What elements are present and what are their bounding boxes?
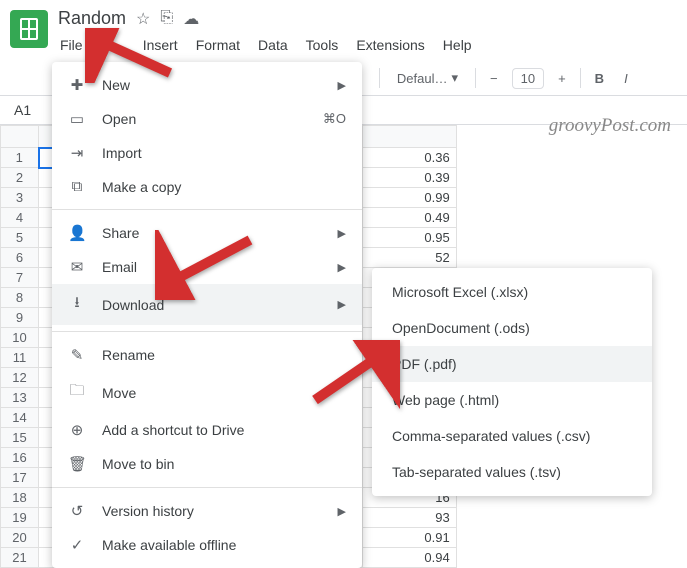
row-header[interactable]: 11	[1, 348, 39, 368]
download-pdf[interactable]: PDF (.pdf)	[372, 346, 652, 382]
increase-font-button[interactable]: +	[552, 69, 572, 88]
row-header[interactable]: 9	[1, 308, 39, 328]
menu-extensions[interactable]: Extensions	[354, 33, 426, 57]
chevron-right-icon: ▶	[338, 505, 346, 518]
chevron-down-icon: ▾	[451, 70, 458, 86]
chevron-right-icon: ▶	[338, 227, 346, 240]
row-header[interactable]: 6	[1, 248, 39, 268]
row-header[interactable]: 13	[1, 388, 39, 408]
row-header[interactable]: 14	[1, 408, 39, 428]
cell[interactable]: 93	[362, 508, 456, 528]
row-header[interactable]: 3	[1, 188, 39, 208]
menubar: File Edit Insert Format Data Tools Exten…	[58, 33, 677, 57]
download-csv[interactable]: Comma-separated values (.csv)	[372, 418, 652, 454]
cell[interactable]: 52	[362, 248, 456, 268]
cell[interactable]: 0.49	[362, 208, 456, 228]
cell[interactable]: 0.91	[362, 528, 456, 548]
move-icon: 🗀	[68, 380, 86, 405]
download-xlsx[interactable]: Microsoft Excel (.xlsx)	[372, 274, 652, 310]
menu-download[interactable]: ⭳Download▶	[52, 284, 362, 325]
file-menu-dropdown: ✚New▶ ▭Open⌘O ⇥Import ⧉Make a copy 👤Shar…	[52, 62, 362, 568]
menu-email[interactable]: ✉Email▶	[52, 250, 362, 284]
cloud-status-icon: ☁	[183, 9, 199, 29]
star-icon[interactable]: ☆	[136, 9, 150, 29]
plus-icon: ✚	[68, 76, 86, 94]
row-header[interactable]: 21	[1, 548, 39, 568]
share-icon: 👤	[68, 224, 86, 242]
cell[interactable]: 0.39	[362, 168, 456, 188]
row-header[interactable]: 12	[1, 368, 39, 388]
menu-file[interactable]: File	[58, 33, 85, 57]
cell[interactable]: 0.99	[362, 188, 456, 208]
row-header[interactable]: 2	[1, 168, 39, 188]
cell[interactable]: 0.95	[362, 228, 456, 248]
menu-offline[interactable]: ✓Make available offline	[52, 528, 362, 562]
menu-import[interactable]: ⇥Import	[52, 136, 362, 170]
font-size-input[interactable]: 10	[512, 68, 544, 89]
menu-make-copy[interactable]: ⧉Make a copy	[52, 170, 362, 203]
folder-icon: ▭	[68, 110, 86, 128]
import-icon: ⇥	[68, 144, 86, 162]
move-folder-icon[interactable]: ⎘	[160, 9, 173, 29]
italic-button[interactable]: I	[618, 69, 634, 88]
menu-share[interactable]: 👤Share▶	[52, 216, 362, 250]
sheets-logo[interactable]	[10, 10, 48, 48]
row-header[interactable]: 20	[1, 528, 39, 548]
menu-move[interactable]: 🗀Move	[52, 372, 362, 413]
name-box[interactable]: A1	[14, 102, 54, 118]
doc-title[interactable]: Random	[58, 8, 126, 29]
menu-rename[interactable]: ✎Rename	[52, 338, 362, 372]
row-header[interactable]: 7	[1, 268, 39, 288]
menu-move-to-bin[interactable]: 🗑Move to bin	[52, 447, 362, 481]
watermark: groovyPost.com	[549, 115, 671, 137]
menu-tools[interactable]: Tools	[304, 33, 341, 57]
row-header[interactable]: 8	[1, 288, 39, 308]
copy-icon: ⧉	[68, 178, 86, 195]
bold-button[interactable]: B	[589, 69, 610, 88]
col-header[interactable]	[362, 126, 456, 148]
chevron-right-icon: ▶	[338, 261, 346, 274]
download-icon: ⭳	[68, 292, 86, 317]
row-header[interactable]: 10	[1, 328, 39, 348]
row-header[interactable]: 18	[1, 488, 39, 508]
font-selector[interactable]: Defaul… ▾	[388, 67, 467, 89]
row-header[interactable]: 4	[1, 208, 39, 228]
menu-open[interactable]: ▭Open⌘O	[52, 102, 362, 136]
menu-new[interactable]: ✚New▶	[52, 68, 362, 102]
cell[interactable]: 0.94	[362, 548, 456, 568]
rename-icon: ✎	[68, 346, 86, 364]
chevron-right-icon: ▶	[338, 298, 346, 311]
trash-icon: 🗑	[68, 455, 86, 473]
row-header[interactable]: 17	[1, 468, 39, 488]
decrease-font-button[interactable]: −	[484, 69, 504, 88]
menu-add-shortcut[interactable]: ⊕Add a shortcut to Drive	[52, 413, 362, 447]
menu-help[interactable]: Help	[441, 33, 474, 57]
menu-insert[interactable]: Insert	[141, 33, 180, 57]
row-header[interactable]: 19	[1, 508, 39, 528]
row-header[interactable]: 5	[1, 228, 39, 248]
offline-icon: ✓	[68, 536, 86, 554]
row-header[interactable]: 16	[1, 448, 39, 468]
menu-data[interactable]: Data	[256, 33, 290, 57]
download-tsv[interactable]: Tab-separated values (.tsv)	[372, 454, 652, 490]
download-submenu: Microsoft Excel (.xlsx) OpenDocument (.o…	[372, 268, 652, 496]
email-icon: ✉	[68, 258, 86, 276]
menu-format[interactable]: Format	[194, 33, 242, 57]
shortcut-icon: ⊕	[68, 421, 86, 439]
row-header[interactable]: 1	[1, 148, 39, 168]
menu-version-history[interactable]: ↺Version history▶	[52, 494, 362, 528]
cell[interactable]: 0.36	[362, 148, 456, 168]
history-icon: ↺	[68, 502, 86, 520]
chevron-right-icon: ▶	[338, 79, 346, 92]
download-html[interactable]: Web page (.html)	[372, 382, 652, 418]
download-ods[interactable]: OpenDocument (.ods)	[372, 310, 652, 346]
row-header[interactable]: 15	[1, 428, 39, 448]
